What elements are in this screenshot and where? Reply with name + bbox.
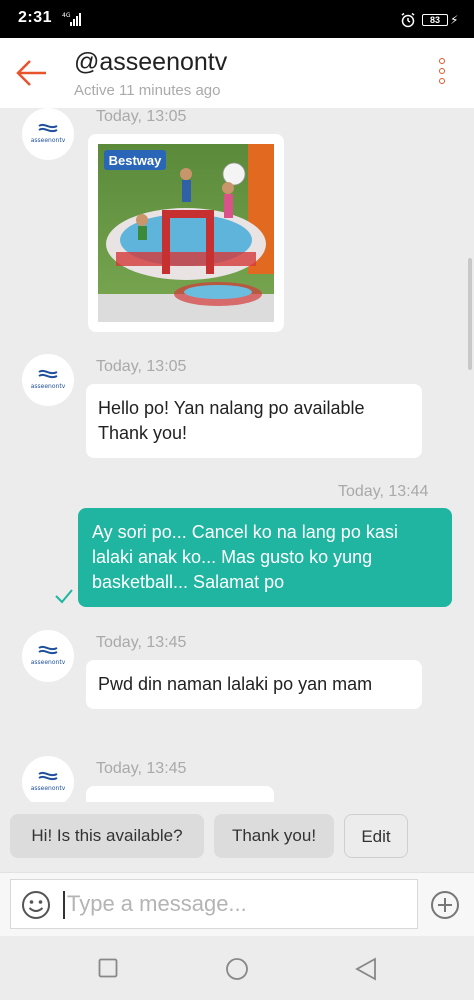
incoming-message[interactable]: Pwd din naman lalaki po yan mam [86, 660, 422, 709]
asseenontv-logo-icon: asseenontv [31, 645, 66, 666]
status-time: 2:31 [18, 9, 53, 26]
more-vertical-icon[interactable] [432, 58, 452, 90]
avatar-brand-text: asseenontv [31, 785, 66, 792]
back-icon[interactable] [355, 957, 377, 981]
asseenontv-logo-icon: asseenontv [31, 771, 66, 792]
check-icon [55, 589, 73, 604]
system-nav-bar [0, 936, 474, 1000]
avatar[interactable]: asseenontv [22, 108, 74, 160]
quick-reply-available[interactable]: Hi! Is this available? [10, 814, 204, 858]
message-timestamp: Today, 13:05 [96, 358, 187, 375]
message-list[interactable]: asseenontv Today, 13:05 Bestway asseenon… [0, 108, 474, 802]
scrollbar[interactable] [468, 258, 472, 370]
image-brand-text: Bestway [109, 153, 163, 168]
asseenontv-logo-icon: asseenontv [31, 369, 66, 390]
composer [0, 872, 474, 936]
battery-level: 83 [429, 15, 440, 25]
message-timestamp: Today, 13:45 [96, 634, 187, 651]
message-input-box[interactable] [10, 879, 418, 929]
incoming-message[interactable] [86, 786, 274, 802]
quick-reply-thanks[interactable]: Thank you! [214, 814, 334, 858]
battery-icon: 83 [422, 14, 448, 26]
incoming-message[interactable]: Hello po! Yan nalang po available Thank … [86, 384, 422, 458]
charging-icon: ⚡ [450, 13, 459, 27]
network-type: 4G [62, 12, 71, 19]
message-timestamp: Today, 13:05 [96, 108, 187, 125]
asseenontv-logo-icon: asseenontv [31, 123, 66, 144]
add-icon[interactable] [430, 890, 460, 920]
home-icon[interactable] [225, 957, 249, 981]
contact-username[interactable]: @asseenontv [74, 48, 227, 77]
back-arrow-icon[interactable] [14, 56, 48, 90]
message-input[interactable] [67, 888, 407, 920]
message-timestamp: Today, 13:44 [338, 483, 429, 500]
avatar[interactable]: asseenontv [22, 630, 74, 682]
emoji-icon[interactable] [21, 890, 51, 920]
signal-icon: 4G [62, 12, 81, 26]
contact-active-status: Active 11 minutes ago [74, 82, 221, 99]
status-bar: 2:31 4G 83 ⚡ [0, 0, 474, 38]
quick-replies: Hi! Is this available? Thank you! Edit [0, 802, 474, 872]
recents-icon[interactable] [98, 958, 118, 978]
avatar[interactable]: asseenontv [22, 756, 74, 802]
text-cursor [63, 891, 65, 919]
avatar-brand-text: asseenontv [31, 659, 66, 666]
avatar-brand-text: asseenontv [31, 137, 66, 144]
product-photo-pool-icon: Bestway [98, 144, 274, 322]
outgoing-message[interactable]: Ay sori po... Cancel ko na lang po kasi … [78, 508, 452, 607]
avatar[interactable]: asseenontv [22, 354, 74, 406]
message-timestamp: Today, 13:45 [96, 760, 187, 777]
chat-header: @asseenontv Active 11 minutes ago [0, 38, 474, 108]
image-message[interactable]: Bestway [88, 134, 284, 332]
avatar-brand-text: asseenontv [31, 383, 66, 390]
alarm-icon [401, 12, 415, 28]
edit-quick-replies-button[interactable]: Edit [344, 814, 408, 858]
